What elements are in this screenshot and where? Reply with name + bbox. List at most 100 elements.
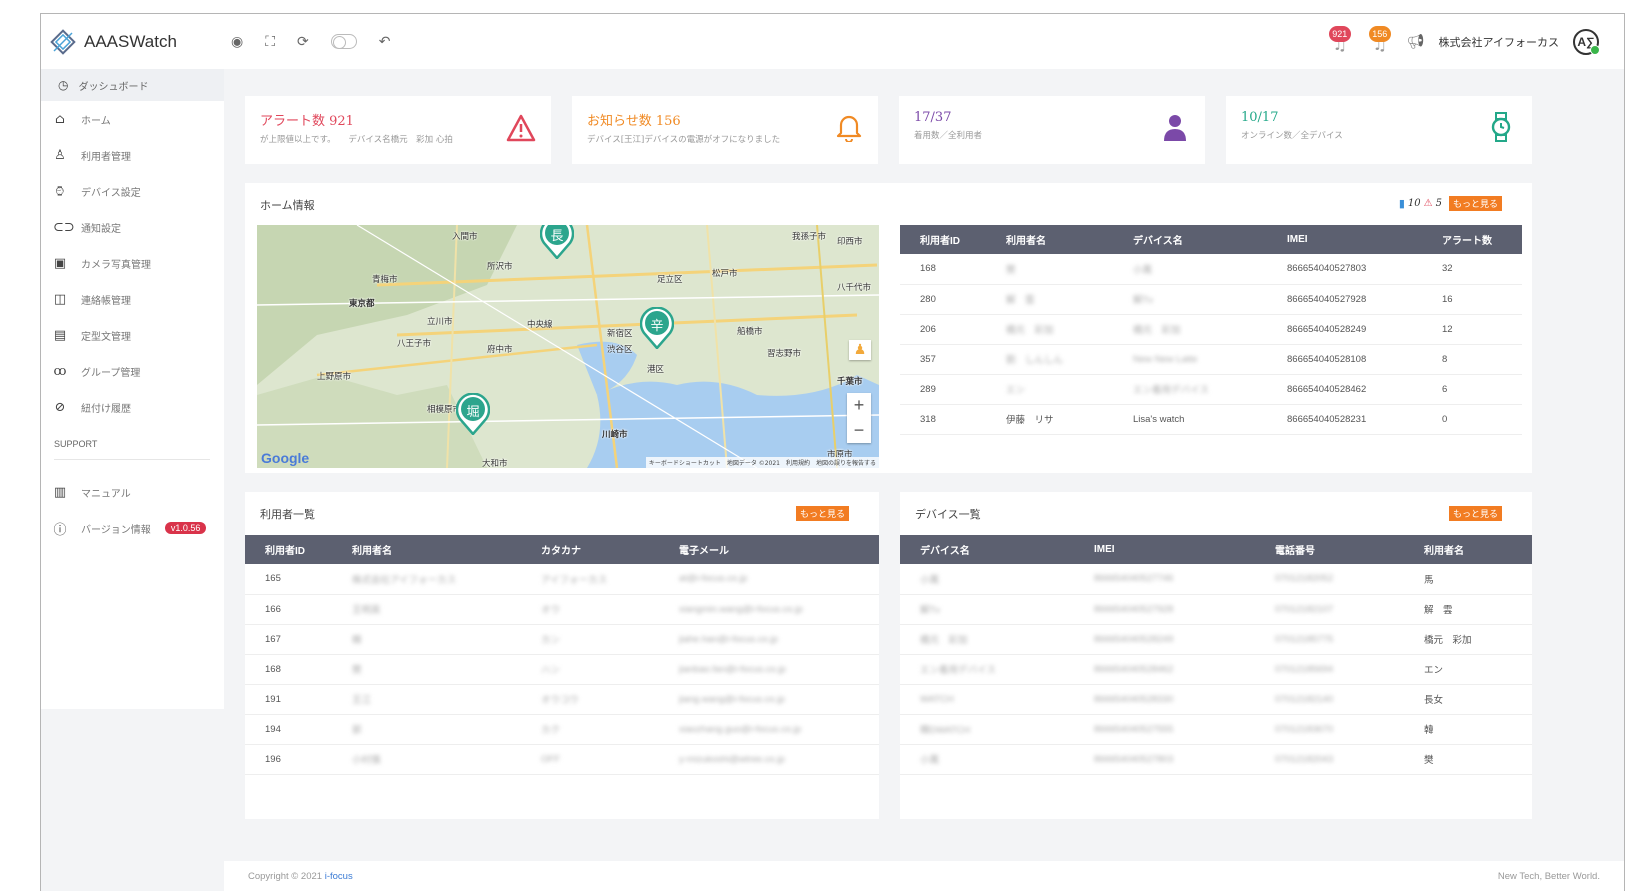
brand[interactable]: AAASWatch: [41, 28, 231, 55]
map-attribution[interactable]: キーボードショートカット 地図データ ©2021 利用規約 地図の誤りを報告する: [645, 457, 879, 468]
map-city-label: 川崎市: [602, 430, 628, 440]
table-row[interactable]: WATCH 866654040528330 07012182140 長女: [900, 684, 1532, 715]
table-cell: オウ: [521, 594, 659, 625]
col-email[interactable]: 電子メール: [659, 535, 879, 564]
company-link[interactable]: i-focus: [325, 871, 353, 882]
avatar[interactable]: A∑: [1573, 28, 1600, 55]
table-cell: 866654040527928: [1267, 284, 1422, 315]
sidebar-item-users[interactable]: ♙ 利用者管理: [41, 137, 224, 173]
sidebar-dashboard[interactable]: ◷ ダッシュボード: [41, 69, 224, 101]
sidebar-item-templates[interactable]: ▤ 定型文管理: [41, 317, 224, 353]
col-katakana[interactable]: カタカナ: [521, 535, 659, 564]
devices-more-button[interactable]: もっと見る: [1448, 506, 1502, 521]
zoom-out-button[interactable]: −: [847, 418, 871, 443]
table-row[interactable]: 小萬 866654040527803 07012182043 樊: [900, 744, 1532, 775]
sidebar-item-device-settings[interactable]: ⌚︎ デバイス設定: [41, 173, 224, 209]
alert-notification[interactable]: ♫ 921: [1327, 25, 1353, 55]
table-row[interactable]: 165 株式会社アイフォーカス アイフォーカス at@i-focus.co.jp: [245, 564, 879, 595]
table-row[interactable]: 166 王明英 オウ xiangmin.wang@i-focus.co.jp: [245, 594, 879, 625]
table-row[interactable]: 318 伊藤 リサ Lisa's watch 866654040528231 0: [900, 404, 1522, 435]
map-pin[interactable]: 堀: [456, 393, 490, 435]
online-stat-card[interactable]: 10/17 オンライン数／全デバイス: [1226, 96, 1532, 164]
table-cell: 07012185775: [1255, 624, 1404, 655]
table-cell: 樊: [332, 654, 521, 685]
eye-icon[interactable]: ◉: [231, 34, 243, 50]
table-row[interactable]: 206 橋元 彩加 橋元 彩加 866654040528249 12: [900, 314, 1522, 345]
alert-stat-title: アラート数 921: [260, 114, 354, 129]
refresh-icon[interactable]: ⟳: [297, 34, 309, 50]
home-info-more-button[interactable]: もっと見る: [1448, 196, 1502, 211]
notice-notification[interactable]: ♫ 156: [1367, 25, 1393, 55]
table-row[interactable]: 280 解 雲解Tv 866654040527928 16: [900, 284, 1522, 315]
map[interactable]: 青梅市 東京都 立川市 八王子市 府中市 新宿区 渋谷区 港区 足立区 松戸市 船橋市 八千代市 習志野…: [257, 225, 879, 468]
table-row[interactable]: 韓DWATCH 866654040527555 07012183670 韓: [900, 714, 1532, 745]
table-row[interactable]: 167 韓カン jiahe.han@i-focus.co.jp: [245, 624, 879, 655]
table-row[interactable]: 解Tv 866654040527928 07012182107 解 雲: [900, 594, 1532, 625]
table-cell: 168: [245, 654, 332, 685]
table-row[interactable]: エン着用デバイス 866654040528462 07012185694 エン: [900, 654, 1532, 685]
table-row[interactable]: 小萬 866654040527746 07012182052 馬: [900, 564, 1532, 595]
col-imei[interactable]: IMEI: [1267, 225, 1422, 254]
table-row[interactable]: 289 エン エン着用デバイス 866654040528462 6: [900, 374, 1522, 405]
table-row[interactable]: 168 樊小萬 866654040527803 32: [900, 254, 1522, 285]
sidebar-item-notification-settings[interactable]: ⊂⊃ 通知設定: [41, 209, 224, 245]
sidebar-item-label: 連絡帳管理: [81, 295, 131, 307]
table-cell: 王明英: [332, 594, 521, 625]
table-cell: 韓: [332, 624, 521, 655]
map-city-label: 東京都: [349, 299, 375, 309]
table-cell: 小萬: [1113, 254, 1267, 285]
map-city-label: 我孫子市: [792, 232, 827, 242]
sidebar-item-link-history[interactable]: ⊘ 紐付け履歴: [41, 389, 224, 425]
fullscreen-icon[interactable]: ⛶: [265, 34, 275, 50]
bell-icon: [836, 115, 862, 142]
map-pin-label: 辛: [650, 319, 664, 334]
col-device-name[interactable]: デバイス名: [1113, 225, 1267, 254]
sidebar-item-groups[interactable]: ꝏ グループ管理: [41, 353, 224, 389]
table-row[interactable]: 橋元 彩加 866654040528249 07012185775 橋元 彩加: [900, 624, 1532, 655]
table-cell: jianbao.fan@i-focus.co.jp: [659, 654, 879, 685]
col-imei[interactable]: IMEI: [1074, 535, 1255, 564]
chain-icon: ⊘: [54, 399, 66, 415]
col-phone[interactable]: 電話番号: [1255, 535, 1404, 564]
sidebar-item-camera-photos[interactable]: ▣ カメラ写真管理: [41, 245, 224, 281]
bar-count: 10: [1407, 198, 1421, 209]
notice-stat-card[interactable]: お知らせ数 156 デバイス[王江]デバイスの電源がオフになりました: [572, 96, 878, 164]
sidebar-item-version[interactable]: ⓘ バージョン情報 v1.0.56: [41, 510, 224, 546]
sidebar-item-contacts[interactable]: ◫ 連絡帳管理: [41, 281, 224, 317]
back-icon[interactable]: ↶: [379, 34, 391, 50]
col-user-id[interactable]: 利用者ID: [245, 535, 332, 564]
table-cell: 小萬: [900, 564, 1074, 595]
table-cell: 194: [245, 714, 332, 745]
zoom-in-button[interactable]: +: [847, 393, 871, 418]
sidebar-item-manual[interactable]: ▥ マニュアル: [41, 474, 224, 510]
col-device-name[interactable]: デバイス名: [900, 535, 1074, 564]
street-view-button[interactable]: ♟: [849, 340, 871, 360]
sidebar-item-label: 利用者管理: [81, 151, 131, 163]
alert-stat-card[interactable]: アラート数 921 が上限値以上です。 デバイス名橋元 彩加 心拍: [245, 96, 551, 164]
sidebar-item-home[interactable]: ⌂ ホーム: [41, 101, 224, 137]
map-pin[interactable]: 長: [540, 225, 574, 259]
megaphone-icon[interactable]: 📢︎: [1407, 34, 1425, 50]
col-user-name[interactable]: 利用者名: [332, 535, 521, 564]
table-row[interactable]: 168 樊ハン jianbao.fan@i-focus.co.jp: [245, 654, 879, 685]
table-row[interactable]: 357 劉 しんしん New New Latte 866654040528108 8: [900, 344, 1522, 375]
table-cell: 0: [1422, 404, 1522, 435]
map-pin[interactable]: 辛: [640, 307, 674, 349]
col-alert-count[interactable]: アラート数: [1422, 225, 1522, 254]
table-cell: 165: [245, 564, 332, 595]
app-name: AAASWatch: [84, 31, 177, 51]
col-user-id[interactable]: 利用者ID: [900, 225, 986, 254]
theme-toggle[interactable]: [330, 34, 357, 49]
sidebar-item-label: デバイス設定: [81, 187, 141, 199]
alert-count: 5: [1435, 198, 1442, 209]
col-user-name[interactable]: 利用者名: [1404, 535, 1532, 564]
wearing-stat-card[interactable]: 17/37 着用数／全利用者: [899, 96, 1205, 164]
col-user-name[interactable]: 利用者名: [986, 225, 1113, 254]
table-row[interactable]: 194 郭カク xiaozhang.guo@i-focus.co.jp: [245, 714, 879, 745]
table-cell: 168: [900, 254, 986, 285]
users-more-button[interactable]: もっと見る: [795, 506, 849, 521]
table-header-row: 利用者ID 利用者名 デバイス名 IMEI アラート数: [900, 225, 1522, 254]
table-cell: 866654040528462: [1267, 374, 1422, 405]
table-row[interactable]: 191 王江 オウコウ jiang.wang@i-focus.co.jp: [245, 684, 879, 715]
table-row[interactable]: 196 小村慎 OFF y-mizukoshi@wtree.co.jp: [245, 744, 879, 775]
